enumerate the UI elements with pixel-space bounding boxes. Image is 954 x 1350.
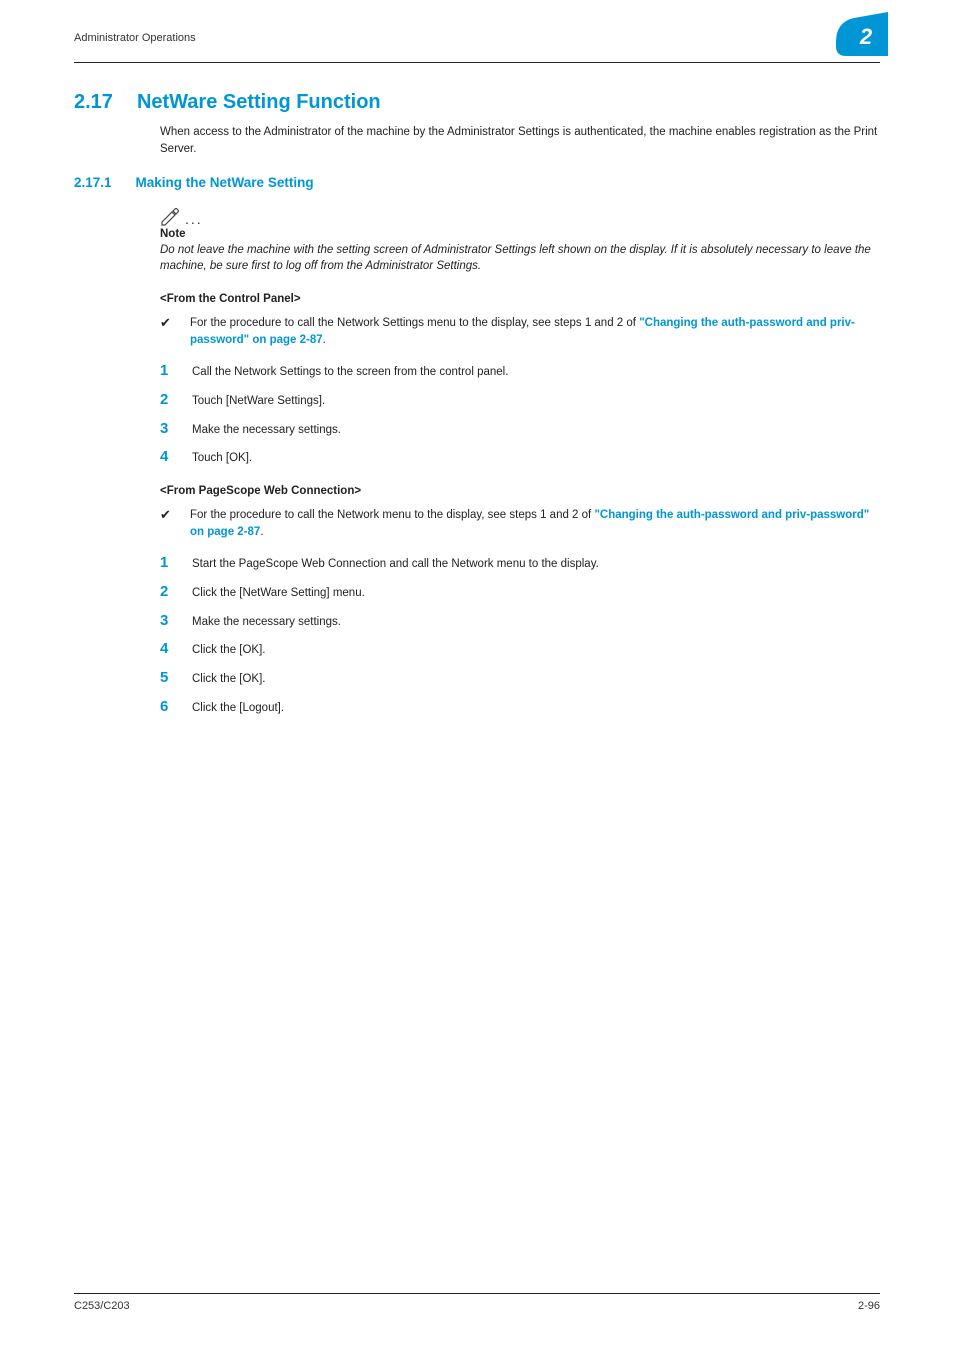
panel-check-pre: For the procedure to call the Network Se… (190, 317, 639, 329)
step-text: Start the PageScope Web Connection and c… (192, 556, 880, 573)
web-check-post: . (260, 526, 263, 538)
web-check-row: ✔ For the procedure to call the Network … (160, 507, 880, 540)
step-number: 3 (160, 420, 174, 437)
web-step-3: 3 Make the necessary settings. (160, 612, 880, 631)
footer-left: C253/C203 (74, 1300, 130, 1312)
web-check-pre: For the procedure to call the Network me… (190, 509, 594, 521)
checkmark-icon: ✔ (160, 315, 174, 331)
step-text: Click the [NetWare Setting] menu. (192, 585, 880, 602)
web-step-1: 1 Start the PageScope Web Connection and… (160, 554, 880, 573)
note-dots: ... (185, 211, 203, 227)
panel-step-2: 2 Touch [NetWare Settings]. (160, 391, 880, 410)
step-text: Make the necessary settings. (192, 422, 880, 439)
step-text: Click the [OK]. (192, 642, 880, 659)
section-title: NetWare Setting Function (137, 91, 381, 114)
panel-check-body: For the procedure to call the Network Se… (190, 315, 880, 348)
step-text: Touch [NetWare Settings]. (192, 393, 880, 410)
step-text: Touch [OK]. (192, 450, 880, 467)
svg-text:2: 2 (859, 24, 873, 49)
footer-right: 2-96 (858, 1300, 880, 1312)
checkmark-icon: ✔ (160, 507, 174, 523)
web-check-body: For the procedure to call the Network me… (190, 507, 880, 540)
step-number: 5 (160, 669, 174, 686)
page-header: Administrator Operations 2 (74, 20, 880, 56)
panel-check-row: ✔ For the procedure to call the Network … (160, 315, 880, 348)
step-number: 2 (160, 391, 174, 408)
header-rule (74, 62, 880, 63)
note-body: Do not leave the machine with the settin… (160, 242, 880, 275)
page-footer: C253/C203 2-96 (74, 1293, 880, 1312)
web-step-4: 4 Click the [OK]. (160, 640, 880, 659)
web-step-6: 6 Click the [Logout]. (160, 698, 880, 717)
step-number: 4 (160, 640, 174, 657)
step-text: Call the Network Settings to the screen … (192, 364, 880, 381)
panel-check-post: . (323, 334, 326, 346)
panel-step-1: 1 Call the Network Settings to the scree… (160, 362, 880, 381)
step-number: 4 (160, 448, 174, 465)
step-number: 1 (160, 554, 174, 571)
chapter-badge-icon: 2 (836, 12, 888, 56)
section-number: 2.17 (74, 91, 113, 114)
intro-paragraph: When access to the Administrator of the … (160, 124, 880, 157)
chapter-badge: 2 (836, 20, 880, 56)
step-number: 6 (160, 698, 174, 715)
step-number: 3 (160, 612, 174, 629)
panel-heading: <From the Control Panel> (160, 293, 880, 305)
web-step-2: 2 Click the [NetWare Setting] menu. (160, 583, 880, 602)
subsection-heading: 2.17.1 Making the NetWare Setting (74, 175, 880, 190)
page-header-title: Administrator Operations (74, 32, 196, 44)
page: Administrator Operations 2 2.17 NetWare … (0, 0, 954, 1350)
web-heading: <From PageScope Web Connection> (160, 485, 880, 497)
panel-step-4: 4 Touch [OK]. (160, 448, 880, 467)
step-text: Click the [Logout]. (192, 700, 880, 717)
web-step-5: 5 Click the [OK]. (160, 669, 880, 688)
footer-row: C253/C203 2-96 (74, 1300, 880, 1312)
step-number: 2 (160, 583, 174, 600)
section-heading: 2.17 NetWare Setting Function (74, 91, 880, 114)
panel-step-3: 3 Make the necessary settings. (160, 420, 880, 439)
subsection-number: 2.17.1 (74, 175, 112, 190)
step-text: Click the [OK]. (192, 671, 880, 688)
step-text: Make the necessary settings. (192, 614, 880, 631)
note-icon-row: ... (160, 204, 880, 225)
note-label: Note (160, 228, 880, 240)
pencil-icon (160, 204, 185, 224)
subsection-title: Making the NetWare Setting (136, 175, 314, 190)
footer-rule (74, 1293, 880, 1294)
step-number: 1 (160, 362, 174, 379)
